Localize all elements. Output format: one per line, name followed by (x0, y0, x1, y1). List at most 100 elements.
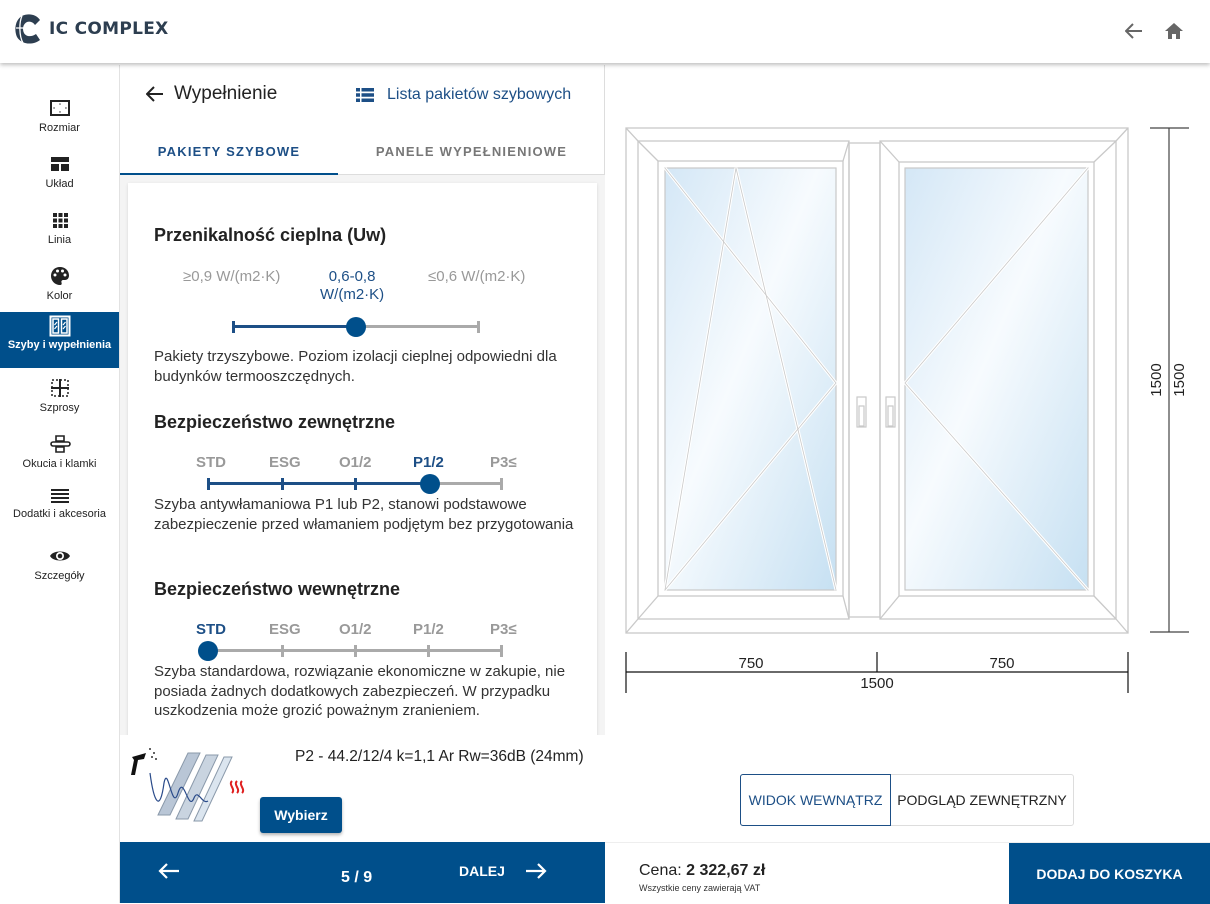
add-to-cart-button[interactable]: DODAJ DO KOSZYKA (1009, 843, 1210, 904)
glazing-icon (49, 315, 70, 337)
tabs: PAKIETY SZYBOWE PANELE WYPEŁNIENIOWE (120, 133, 605, 176)
security-ext-track (430, 482, 502, 485)
security-int-title: Bezpieczeństwo wewnętrzne (154, 579, 401, 599)
palette-icon (50, 267, 69, 285)
thermal-title: Przenikalność cieplna (Uw) (154, 225, 387, 245)
muntins-icon (50, 379, 69, 397)
glass-package-image (131, 748, 245, 822)
thermal-slider-handle[interactable] (346, 317, 366, 337)
security-ext-slider-handle[interactable] (420, 474, 440, 494)
sidebar-item-dodatki[interactable]: Dodatki i akcesoria (0, 485, 119, 535)
previous-step-button[interactable] (158, 862, 180, 885)
security-ext-option-2[interactable]: O1/2 (339, 454, 372, 471)
price-footer: Cena: 2 322,67 zł Wszystkie ceny zawiera… (605, 842, 1210, 904)
step-navigation: 5 / 9 DALEJ (120, 842, 605, 903)
security-int-option-4[interactable]: P3≤ (490, 621, 517, 638)
panel-title: Wypełnienie (174, 83, 278, 104)
security-ext-tick (500, 478, 503, 490)
security-ext-tick (354, 478, 357, 490)
price: Cena: 2 322,67 zł (639, 862, 766, 879)
arrow-left-icon (1125, 23, 1142, 39)
security-int-option-1[interactable]: ESG (269, 621, 301, 638)
sidebar-item-kolor[interactable]: Kolor (0, 265, 119, 309)
view-toggle: WIDOK WEWNĄTRZ PODGLĄD ZEWNĘTRZNY (740, 774, 1074, 826)
product-name: P2 - 44.2/12/4 k=1,1 Ar Rw=36dB (24mm) (295, 748, 584, 765)
height-dimension-outer: 1500 (1148, 363, 1165, 396)
tab-glass-packages[interactable]: PAKIETY SZYBOWE (120, 133, 338, 176)
security-ext-option-3[interactable]: P1/2 (413, 454, 444, 471)
security-ext-title: Bezpieczeństwo zewnętrzne (154, 412, 396, 432)
glass-packages-list-link[interactable]: Lista pakietów szybowych (356, 86, 571, 104)
width-dimension-left: 750 (738, 655, 763, 672)
home-icon (1165, 23, 1183, 39)
security-int-slider-handle[interactable] (198, 641, 218, 661)
security-ext-track-active (208, 482, 430, 485)
step-counter: 5 / 9 (341, 869, 373, 886)
security-int-option-3[interactable]: P1/2 (413, 621, 444, 638)
window-drawing: 1500 1500 750 750 1500 (625, 127, 1189, 693)
security-int-description: Szyba standardowa, rozwiązanie ekonomicz… (154, 663, 566, 719)
filters-scroll-area[interactable]: Przenikalność cieplna (Uw) ≥0,9 W/(m2·K)… (120, 175, 605, 735)
security-ext-description: Szyba antywłamaniowa P1 lub P2, stanowi … (154, 496, 574, 533)
resize-icon (49, 100, 70, 116)
security-ext-option-0[interactable]: STD (196, 454, 226, 471)
home-button[interactable] (1164, 20, 1184, 42)
brand-name: IC COMPLEX (49, 19, 169, 39)
grid-icon (52, 213, 68, 228)
sidebar: Rozmiar Układ Linia Kolor Szyby i wypełn… (0, 65, 120, 903)
sidebar-item-szczegoly[interactable]: Szczegóły (0, 545, 119, 589)
width-dimension-right: 750 (989, 655, 1014, 672)
price-value: 2 322,67 zł (686, 862, 766, 879)
thermal-description: Pakiety trzyszybowe. Poziom izolacji cie… (154, 348, 557, 385)
choose-button[interactable]: Wybierz (260, 797, 342, 833)
thermal-tick (232, 321, 235, 333)
thermal-track (356, 325, 479, 328)
layout-icon (50, 157, 69, 171)
height-dimension-inner: 1500 (1171, 363, 1188, 396)
security-ext-option-4[interactable]: P3≤ (490, 454, 517, 471)
sidebar-item-linia[interactable]: Linia (0, 209, 119, 253)
security-ext-option-1[interactable]: ESG (269, 454, 301, 471)
window-preview: 1500 1500 750 750 1500 WIDOK WEWNĄTRZ PO… (606, 65, 1210, 840)
menu-icon (50, 489, 69, 503)
logo-icon (15, 14, 40, 44)
security-ext-tick (207, 478, 210, 490)
outside-view-button[interactable]: PODGLĄD ZEWNĘTRZNY (891, 775, 1073, 825)
right-glass (904, 167, 1089, 591)
security-int-option-0[interactable]: STD (196, 621, 226, 638)
back-button[interactable] (1124, 20, 1144, 42)
product-card: P2 - 44.2/12/4 k=1,1 Ar Rw=36dB (24mm) W… (120, 735, 605, 840)
security-int-tick (427, 645, 430, 657)
sidebar-item-szyby[interactable]: Szyby i wypełnienia (0, 312, 119, 368)
sidebar-item-okucia[interactable]: Okucia i klamki (0, 433, 119, 477)
thermal-track-active (233, 325, 356, 328)
arrow-left-icon (158, 863, 179, 879)
security-int-tick (281, 645, 284, 657)
sidebar-item-rozmiar[interactable]: Rozmiar (0, 97, 119, 141)
security-int-option-2[interactable]: O1/2 (339, 621, 372, 638)
vat-note: Wszystkie ceny zawierają VAT (639, 883, 761, 893)
list-icon (356, 88, 374, 102)
configuration-panel: Wypełnienie Lista pakietów szybowych PAK… (120, 65, 605, 840)
filters-card: Przenikalność cieplna (Uw) ≥0,9 W/(m2·K)… (128, 183, 597, 735)
inside-view-button[interactable]: WIDOK WEWNĄTRZ (740, 774, 891, 826)
eye-icon (49, 551, 70, 561)
sidebar-item-uklad[interactable]: Układ (0, 153, 119, 197)
sidebar-item-szprosy[interactable]: Szprosy (0, 377, 119, 421)
handle-icon (49, 435, 71, 453)
thermal-option-2[interactable]: ≤0,6 W/(m2·K) (428, 268, 525, 285)
panel-back-title[interactable]: Wypełnienie (146, 83, 277, 105)
security-int-tick (354, 645, 357, 657)
logo[interactable]: IC COMPLEX (12, 12, 169, 46)
security-ext-tick (281, 478, 284, 490)
thermal-option-1[interactable]: 0,6-0,8 W/(m2·K) (320, 268, 384, 304)
width-dimension-total: 1500 (860, 675, 893, 692)
top-bar: IC COMPLEX (0, 0, 1210, 63)
arrow-right-icon (525, 863, 547, 879)
security-int-tick (500, 645, 503, 657)
next-step-button[interactable]: DALEJ (459, 862, 547, 880)
thermal-option-0[interactable]: ≥0,9 W/(m2·K) (183, 268, 280, 285)
thermal-tick (477, 321, 480, 333)
tab-filling-panels[interactable]: PANELE WYPEŁNIENIOWE (338, 133, 605, 176)
arrow-left-icon (146, 86, 163, 102)
